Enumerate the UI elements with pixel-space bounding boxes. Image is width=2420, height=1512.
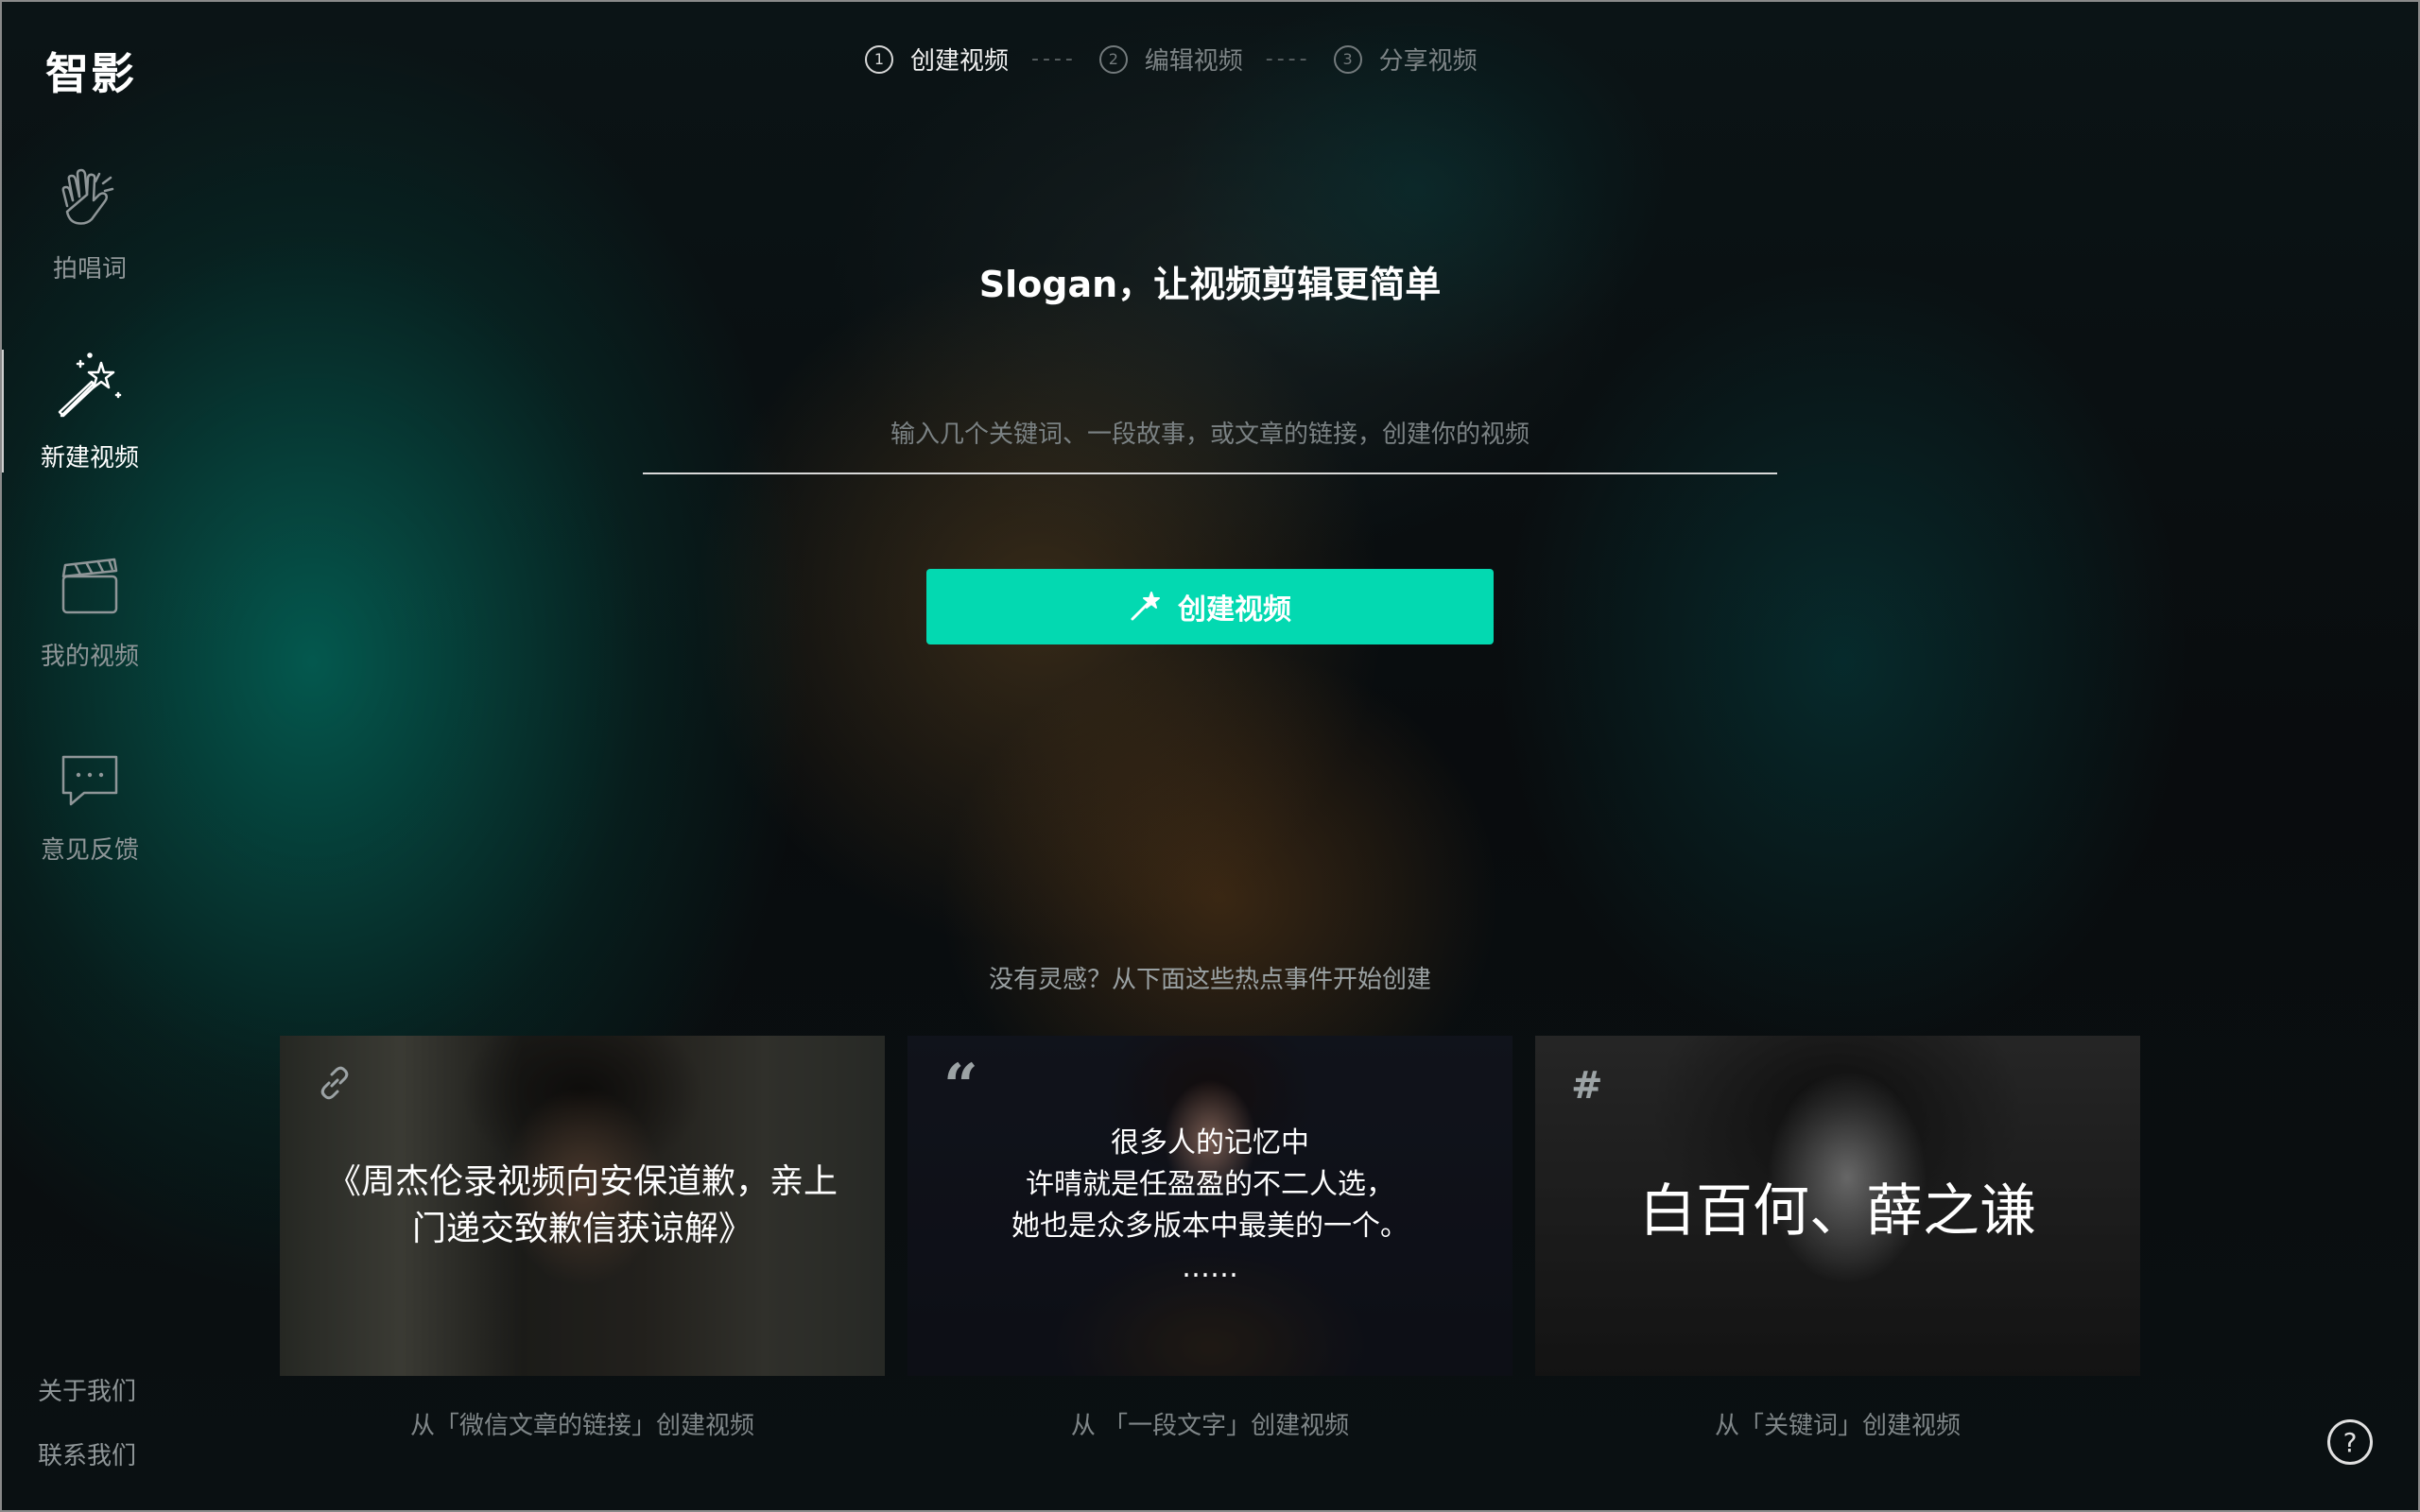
magic-wand-icon: [52, 350, 128, 425]
topic-input-wrapper: [643, 397, 1777, 474]
card-caption[interactable]: 从「微信文章的链接」创建视频: [280, 1406, 885, 1441]
step-number: 3: [1333, 44, 1362, 74]
step-separator: ----: [1031, 47, 1077, 71]
create-video-label: 创建视频: [1178, 594, 1291, 626]
clapping-hands-icon: [52, 161, 128, 236]
create-video-button[interactable]: 创建视频: [926, 569, 1494, 644]
chat-bubble-icon: [52, 742, 128, 817]
sidebar-item-label: 我的视频: [40, 643, 139, 671]
trending-card-link[interactable]: 《周杰伦录视频向安保道歉，亲上门递交致歉信获谅解》: [280, 1036, 885, 1376]
sidebar-item-label: 新建视频: [40, 444, 139, 472]
step-edit: 2 编辑视频: [1098, 42, 1243, 77]
magic-wand-icon: [1129, 589, 1163, 626]
contact-us-link[interactable]: 联系我们: [38, 1436, 136, 1471]
topic-input[interactable]: [643, 397, 1777, 472]
card-text: 很多人的记忆中 许晴就是任盈盈的不二人选， 她也是众多版本中最美的一个。 ……: [945, 1036, 1475, 1376]
card-text-line: 许晴就是任盈盈的不二人选，: [1026, 1168, 1394, 1201]
step-label: 分享视频: [1378, 47, 1478, 76]
step-share: 3 分享视频: [1333, 42, 1478, 77]
about-us-link[interactable]: 关于我们: [38, 1372, 136, 1407]
sidebar-item-feedback[interactable]: 意见反馈: [0, 742, 180, 884]
step-indicator: 1 创建视频 ---- 2 编辑视频 ---- 3 分享视频: [865, 42, 1478, 77]
trending-card-text[interactable]: “ 很多人的记忆中 许晴就是任盈盈的不二人选， 她也是众多版本中最美的一个。 ……: [908, 1036, 1512, 1376]
inspiration-hint: 没有灵感？从下面这些热点事件开始创建: [988, 966, 1431, 994]
page-title: Slogan，让视频剪辑更简单: [978, 264, 1442, 305]
clapperboard-icon: [52, 548, 128, 624]
card-text-line: ……: [1182, 1251, 1238, 1284]
app-logo: 智影: [45, 48, 136, 99]
card-text-line: 很多人的记忆中: [1111, 1126, 1309, 1160]
step-create: 1 创建视频: [865, 42, 1009, 77]
card-text: 白百何、薛之谦: [1639, 1177, 2036, 1245]
sidebar: 智影 拍唱词 新建视频 我的视频 意见反馈 关于我们 联系我们: [0, 0, 180, 1512]
step-label: 编辑视频: [1144, 47, 1243, 76]
step-separator: ----: [1265, 47, 1311, 71]
step-label: 创建视频: [910, 47, 1010, 76]
help-button[interactable]: ?: [2327, 1419, 2373, 1465]
sidebar-item-my-videos[interactable]: 我的视频: [0, 548, 180, 690]
card-caption[interactable]: 从「关键词」创建视频: [1535, 1406, 2140, 1441]
step-number: 1: [865, 44, 893, 74]
trending-card-keyword[interactable]: # 白百何、薛之谦: [1535, 1036, 2140, 1376]
sidebar-item-label: 意见反馈: [40, 836, 139, 865]
card-text-line: 她也是众多版本中最美的一个。: [1011, 1210, 1409, 1243]
card-caption[interactable]: 从 「一段文字」创建视频: [908, 1406, 1512, 1441]
card-text: 《周杰伦录视频向安保道歉，亲上门递交致歉信获谅解》: [326, 1162, 838, 1248]
sidebar-item-new-video[interactable]: 新建视频: [0, 350, 180, 491]
step-number: 2: [1098, 44, 1128, 74]
